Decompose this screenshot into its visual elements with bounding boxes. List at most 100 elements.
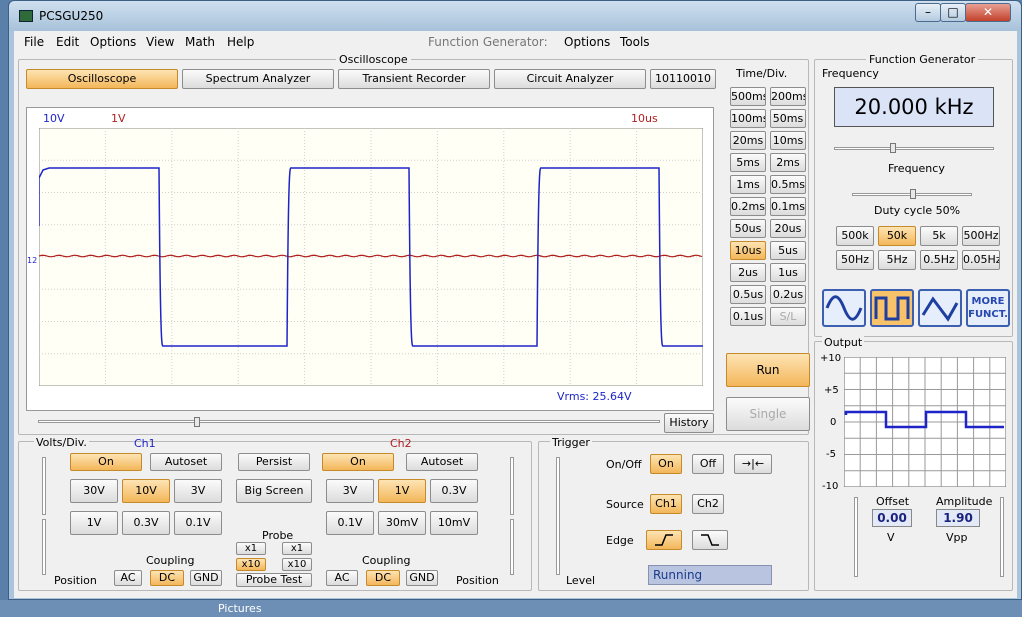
menu-view[interactable]: View [146,35,174,49]
single-button[interactable]: Single [726,397,810,431]
trigger-on-button[interactable]: On [650,454,682,474]
history-slider-thumb[interactable] [194,417,200,427]
ch1-1v-button[interactable]: 1V [70,511,118,535]
timediv-10ms-button[interactable]: 10ms [770,131,806,150]
triangle-wave-button[interactable] [918,289,962,327]
ch2-position-track[interactable] [510,519,514,575]
persist-button[interactable]: Persist [238,453,310,471]
range-5hz-button[interactable]: 5Hz [878,250,916,270]
menu-help[interactable]: Help [227,35,254,49]
ch1-ground-marker[interactable]: 12 [27,256,37,265]
range-0.5hz-button[interactable]: 0.5Hz [920,250,958,270]
ch1-on-button[interactable]: On [70,453,142,471]
timediv-50ms-button[interactable]: 50ms [770,109,806,128]
scope-display[interactable] [39,128,703,386]
range-500k-button[interactable]: 500k [836,226,874,246]
timediv-5ms-button[interactable]: 5ms [730,153,766,172]
range-500hz-button[interactable]: 500Hz [962,226,1000,246]
timediv-100ms-button[interactable]: 100ms [730,109,766,128]
menu-edit[interactable]: Edit [56,35,79,49]
probe-test-button[interactable]: Probe Test [236,573,312,587]
ch2-30mv-button[interactable]: 30mV [378,511,426,535]
range-50k-button[interactable]: 50k [878,226,916,246]
taskbar-pictures-label[interactable]: Pictures [218,602,262,615]
ch2-probe-x10-button[interactable]: x10 [282,558,312,571]
tab-circuit-analyzer[interactable]: Circuit Analyzer [494,69,646,89]
more-functions-button[interactable]: MORE FUNCT. [966,289,1010,327]
offset-value[interactable]: 0.00 [872,509,912,527]
timediv-2ms-button[interactable]: 2ms [770,153,806,172]
timediv-1us-button[interactable]: 1us [770,263,806,282]
ch1-gain-track[interactable] [42,457,46,515]
menu-math[interactable]: Math [185,35,215,49]
ch1-30v-button[interactable]: 30V [70,479,118,503]
ch1-0.3v-button[interactable]: 0.3V [122,511,170,535]
run-button[interactable]: Run [726,353,810,387]
trigger-off-button[interactable]: Off [692,454,724,474]
menu-options[interactable]: Options [90,35,136,49]
trigger-source-ch1-button[interactable]: Ch1 [650,494,682,514]
ch1-3v-button[interactable]: 3V [174,479,222,503]
ch2-10mv-button[interactable]: 10mV [430,511,478,535]
timediv-2us-button[interactable]: 2us [730,263,766,282]
tab-oscilloscope[interactable]: Oscilloscope [26,69,178,89]
ch2-3v-button[interactable]: 3V [326,479,374,503]
ch1-ac-button[interactable]: AC [114,570,142,586]
ch2-0.3v-button[interactable]: 0.3V [430,479,478,503]
timediv-500ms-button[interactable]: 500ms [730,87,766,106]
title-bar[interactable]: PCSGU250 – □ ✕ [9,1,1021,31]
ch2-dc-button[interactable]: DC [366,570,400,586]
trigger-source-ch2-button[interactable]: Ch2 [692,494,724,514]
amplitude-slider-track[interactable] [1000,497,1004,577]
frequency-slider-thumb[interactable] [890,143,896,153]
ch2-0.1v-button[interactable]: 0.1V [326,511,374,535]
maximize-button[interactable]: □ [940,3,966,22]
rising-edge-button[interactable] [646,530,682,550]
timediv-s-l-button[interactable]: S/L [770,307,806,326]
timediv-0.1us-button[interactable]: 0.1us [730,307,766,326]
timediv-5us-button[interactable]: 5us [770,241,806,260]
ch1-10v-button[interactable]: 10V [122,479,170,503]
timediv-0.5ms-button[interactable]: 0.5ms [770,175,806,194]
ch2-autoset-button[interactable]: Autoset [406,453,478,471]
ch1-dc-button[interactable]: DC [150,570,184,586]
range-0.05hz-button[interactable]: 0.05Hz [962,250,1000,270]
menu-file[interactable]: File [24,35,44,49]
ch2-ac-button[interactable]: AC [326,570,358,586]
square-wave-button[interactable] [870,289,914,327]
ch1-autoset-button[interactable]: Autoset [150,453,222,471]
timediv-0.1ms-button[interactable]: 0.1ms [770,197,806,216]
ch1-position-track[interactable] [42,519,46,575]
menu-fg-tools[interactable]: Tools [620,35,650,49]
timediv-1ms-button[interactable]: 1ms [730,175,766,194]
timediv-10us-button[interactable]: 10us [730,241,766,260]
ch1-0.1v-button[interactable]: 0.1V [174,511,222,535]
ch1-probe-x10-button[interactable]: x10 [236,558,266,571]
tab-logic-analyzer[interactable]: 10110010 [650,69,716,89]
timediv-0.2us-button[interactable]: 0.2us [770,285,806,304]
big-screen-button[interactable]: Big Screen [236,479,312,503]
history-button[interactable]: History [664,413,714,433]
offset-slider-track[interactable] [854,497,858,577]
frequency-slider[interactable] [834,147,994,150]
range-5k-button[interactable]: 5k [920,226,958,246]
falling-edge-button[interactable] [692,530,728,550]
timediv-20ms-button[interactable]: 20ms [730,131,766,150]
duty-cycle-slider-thumb[interactable] [910,189,916,199]
menu-fg-options[interactable]: Options [564,35,610,49]
sine-wave-button[interactable] [822,289,866,327]
ch1-gnd-button[interactable]: GND [190,570,222,586]
ch2-1v-button[interactable]: 1V [378,479,426,503]
ch1-probe-x1-button[interactable]: x1 [236,542,266,555]
trigger-center-button[interactable]: →|← [734,454,772,474]
trigger-level-track[interactable] [556,457,560,575]
timediv-0.5us-button[interactable]: 0.5us [730,285,766,304]
timediv-200ms-button[interactable]: 200ms [770,87,806,106]
ch2-gnd-button[interactable]: GND [406,570,438,586]
timediv-50us-button[interactable]: 50us [730,219,766,238]
ch2-gain-track[interactable] [510,457,514,515]
timediv-20us-button[interactable]: 20us [770,219,806,238]
tab-transient-recorder[interactable]: Transient Recorder [338,69,490,89]
ch2-probe-x1-button[interactable]: x1 [282,542,312,555]
history-slider[interactable] [38,420,660,423]
